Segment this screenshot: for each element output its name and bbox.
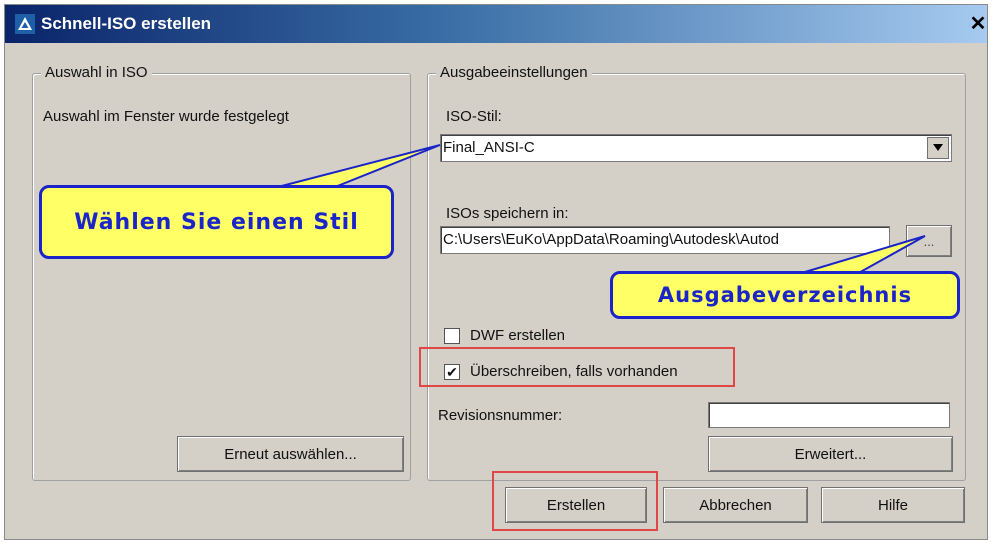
close-icon: ✕ [969, 13, 987, 35]
save-location-label: ISOs speichern in: [446, 205, 569, 222]
title-bar[interactable]: Schnell-ISO erstellen ✕ [5, 5, 987, 43]
save-path-value: C:\Users\EuKo\AppData\Roaming\Autodesk\A… [443, 231, 780, 248]
reselect-button-label: Erneut auswählen... [224, 445, 357, 463]
create-button[interactable]: Erstellen [505, 487, 647, 523]
dwf-checkbox[interactable] [444, 328, 460, 344]
style-callout: Wählen Sie einen Stil [39, 185, 394, 259]
window-title: Schnell-ISO erstellen [41, 14, 212, 33]
iso-style-value: Final_ANSI-C [443, 139, 535, 156]
output-group-legend: Ausgabeeinstellungen [436, 64, 592, 81]
output-callout-text: Ausgabeverzeichnis [657, 283, 913, 307]
save-path-input[interactable]: C:\Users\EuKo\AppData\Roaming\Autodesk\A… [440, 226, 890, 254]
quick-iso-dialog: Schnell-ISO erstellen ✕ Auswahl in ISO A… [4, 4, 988, 540]
style-callout-text: Wählen Sie einen Stil [74, 209, 359, 235]
create-button-label: Erstellen [546, 496, 606, 514]
revision-number-input[interactable] [708, 402, 950, 428]
reselect-button[interactable]: Erneut auswählen... [177, 436, 404, 472]
iso-style-label: ISO-Stil: [446, 108, 502, 125]
cancel-button-label: Abbrechen [699, 496, 772, 514]
help-button-label: Hilfe [877, 496, 908, 514]
dropdown-arrow-button[interactable] [927, 137, 949, 159]
chevron-down-icon [933, 144, 943, 151]
overwrite-highlight [419, 347, 735, 387]
help-button[interactable]: Hilfe [821, 487, 965, 523]
revision-number-label: Revisionsnummer: [438, 407, 563, 424]
selection-status-text: Auswahl im Fenster wurde festgelegt [43, 108, 289, 125]
advanced-button[interactable]: Erweitert... [708, 436, 953, 472]
close-button[interactable]: ✕ [967, 13, 989, 35]
cancel-button[interactable]: Abbrechen [663, 487, 808, 523]
autodesk-app-icon [15, 14, 35, 34]
selection-group: Auswahl in ISO Auswahl im Fenster wurde … [32, 64, 411, 481]
dwf-checkbox-label: DWF erstellen [470, 327, 566, 344]
output-directory-callout: Ausgabeverzeichnis [610, 271, 960, 319]
advanced-button-label: Erweitert... [794, 445, 867, 463]
browse-button[interactable]: ... [906, 225, 952, 257]
browse-button-label: ... [923, 233, 935, 249]
iso-style-dropdown[interactable]: Final_ANSI-C [440, 134, 952, 162]
selection-group-legend: Auswahl in ISO [41, 64, 152, 81]
